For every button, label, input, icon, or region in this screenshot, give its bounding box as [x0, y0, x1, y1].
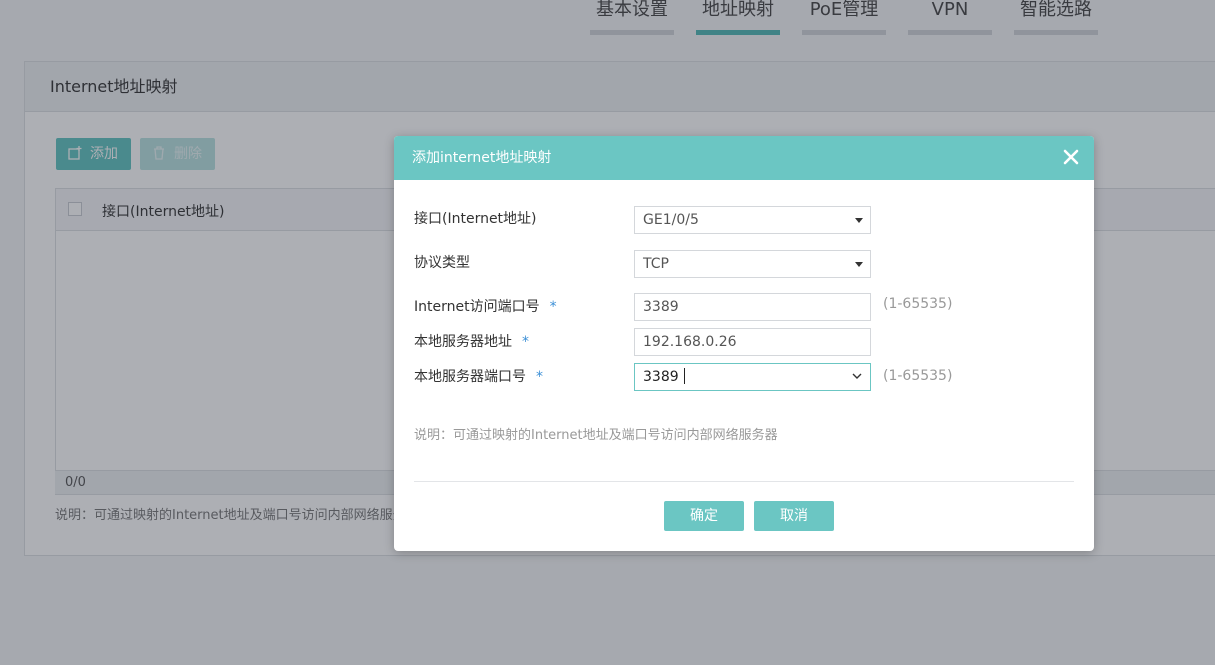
server-port-hint: (1-65535) — [883, 368, 953, 384]
text-cursor — [684, 368, 686, 384]
dialog-description: 说明：可通过映射的Internet地址及端口号访问内部网络服务器 — [414, 428, 778, 443]
server-addr-label: 本地服务器地址 * — [414, 331, 529, 351]
required-mark: * — [536, 369, 543, 385]
server-port-input[interactable]: 3389 — [634, 363, 871, 391]
internet-port-label-text: Internet访问端口号 — [414, 299, 540, 315]
caret-down-icon — [855, 262, 863, 267]
protocol-value: TCP — [643, 256, 669, 272]
server-addr-input[interactable]: 192.168.0.26 — [634, 328, 871, 356]
internet-port-label: Internet访问端口号 * — [414, 296, 557, 316]
required-mark: * — [549, 299, 557, 315]
internet-port-value: 3389 — [643, 299, 679, 315]
interface-select[interactable]: GE1/0/5 — [634, 206, 871, 234]
required-mark: * — [522, 334, 529, 350]
divider — [414, 481, 1074, 482]
interface-label: 接口(Internet地址) — [414, 211, 537, 227]
internet-port-hint: (1-65535) — [883, 296, 953, 312]
chevron-down-icon — [852, 373, 862, 379]
protocol-select[interactable]: TCP — [634, 250, 871, 278]
interface-value: GE1/0/5 — [643, 212, 699, 228]
server-port-label: 本地服务器端口号 * — [414, 366, 543, 386]
cancel-button[interactable]: 取消 — [754, 501, 834, 531]
server-addr-value: 192.168.0.26 — [643, 334, 737, 350]
add-mapping-dialog: 添加internet地址映射 接口(Internet地址) GE1/0/5 协议… — [394, 136, 1094, 551]
server-addr-label-text: 本地服务器地址 — [414, 334, 512, 350]
ok-button[interactable]: 确定 — [664, 501, 744, 531]
dialog-title: 添加internet地址映射 — [412, 150, 552, 166]
caret-down-icon — [855, 218, 863, 223]
server-port-label-text: 本地服务器端口号 — [414, 369, 526, 385]
close-icon[interactable] — [1062, 148, 1080, 166]
dialog-header: 添加internet地址映射 — [394, 136, 1094, 180]
internet-port-input[interactable]: 3389 — [634, 293, 871, 321]
protocol-label: 协议类型 — [414, 255, 470, 271]
server-port-value: 3389 — [643, 369, 679, 385]
